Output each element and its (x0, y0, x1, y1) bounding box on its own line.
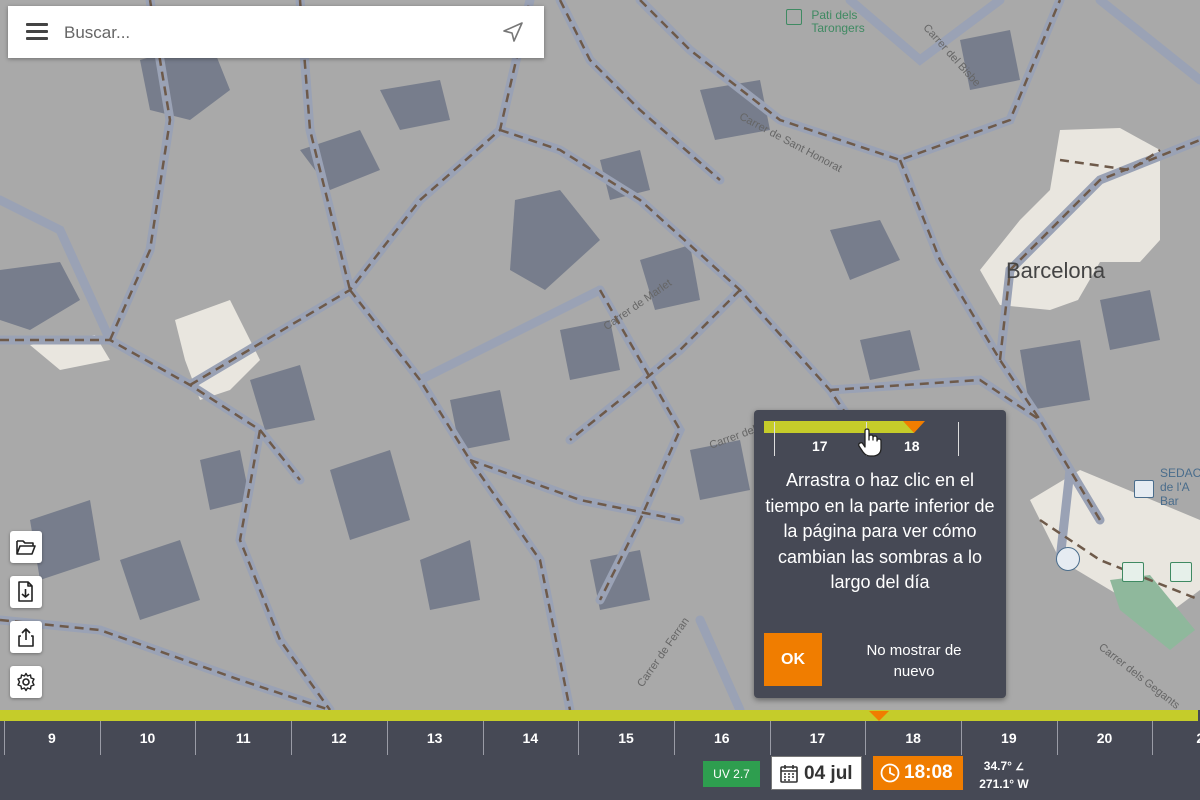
timeline-hour-label[interactable]: 16 (692, 730, 752, 746)
tooltip-hour-17: 17 (812, 438, 828, 454)
uv-index-badge: UV 2.7 (703, 761, 760, 787)
timeline-current-marker[interactable] (869, 711, 889, 721)
poi-sedac-partial[interactable]: SEDAC de l'A Bar (1160, 466, 1200, 508)
tooltip-message: Arrastra o haz clic en el tiempo en la p… (765, 470, 995, 592)
timeline-tick (578, 721, 580, 755)
share-button[interactable] (10, 621, 42, 653)
timeline-bar (0, 710, 1198, 721)
timeline-tick (673, 721, 675, 755)
park-icon (786, 9, 802, 25)
timeline-tick (386, 721, 388, 755)
library-icon[interactable] (1134, 480, 1154, 498)
date-value: 04 jul (804, 763, 853, 784)
timeline-hour-label[interactable]: 13 (405, 730, 465, 746)
left-toolbar (10, 531, 44, 711)
share-icon (18, 628, 34, 647)
menu-icon[interactable] (26, 23, 48, 41)
hand-cursor-icon (858, 428, 882, 457)
sedac-label-line-3: Bar (1160, 494, 1179, 508)
sun-altitude-row: 34.7° ∠ (972, 758, 1036, 776)
search-bar (8, 6, 544, 58)
tooltip-tick (958, 422, 959, 456)
timeline-tick (482, 721, 484, 755)
timeline-tick (1152, 721, 1154, 755)
sun-azimuth-value: 271.1° W (979, 777, 1029, 791)
time-value: 18:08 (904, 762, 953, 783)
city-label: Barcelona (1006, 258, 1106, 283)
time-picker-button[interactable]: 18:08 (873, 756, 963, 790)
timeline-hour-label[interactable]: 12 (309, 730, 369, 746)
timeline-hour-label[interactable]: 11 (213, 730, 273, 746)
bench-icon[interactable] (1170, 562, 1192, 582)
settings-button[interactable] (10, 666, 42, 698)
water-drop-icon[interactable] (1056, 547, 1080, 571)
timeline-tick (1056, 721, 1058, 755)
timeline-hour-label[interactable]: 19 (979, 730, 1039, 746)
timeline-tick (4, 721, 5, 755)
timeline-hour-label[interactable]: 10 (118, 730, 178, 746)
sedac-label-line-1: SEDAC (1160, 466, 1200, 480)
timeline-tick (769, 721, 771, 755)
timeline-tick (961, 721, 962, 755)
timeline-tick (99, 721, 101, 755)
tooltip-hour-18: 18 (904, 438, 920, 454)
sun-position-readout: 34.7° ∠ 271.1° W (972, 758, 1036, 793)
navigation-arrow-icon[interactable] (500, 20, 526, 46)
tooltip-tick (774, 422, 775, 456)
open-folder-button[interactable] (10, 531, 42, 563)
timeline-tick (195, 721, 197, 755)
timeline-hour-label[interactable]: 20 (1075, 730, 1135, 746)
poi-pati-dels-tarongers[interactable]: Pati dels Tarongers (786, 9, 865, 35)
timeline-tick (291, 721, 293, 755)
onboarding-tooltip: 17 18 Arrastra o haz clic en el tiempo e… (754, 410, 1006, 698)
sedac-label-line-2: de l'A (1160, 480, 1190, 494)
folder-open-icon (16, 540, 36, 555)
download-file-button[interactable] (10, 576, 42, 608)
ok-button[interactable]: OK (764, 633, 822, 686)
poi-label-line-2: Tarongers (811, 21, 865, 35)
sun-altitude-value: 34.7° (983, 759, 1012, 773)
file-download-icon (18, 581, 33, 602)
sun-angle-icon: ∠ (1015, 762, 1025, 773)
timeline-hour-label[interactable]: 18 (883, 730, 943, 746)
dont-show-again-link[interactable]: No mostrar de nuevo (849, 640, 979, 682)
timeline-hour-label[interactable]: 15 (596, 730, 656, 746)
tooltip-time-marker (903, 421, 925, 433)
timeline-hour-label[interactable]: 2 (1170, 730, 1200, 746)
calendar-icon (780, 765, 798, 783)
poi-label-line-1: Pati dels (811, 8, 858, 22)
clock-icon (880, 763, 900, 783)
tooltip-timeline-bar (764, 421, 914, 433)
gear-icon (17, 672, 35, 692)
poi-label: Pati dels Tarongers (811, 9, 864, 35)
timeline-hour-label[interactable]: 9 (22, 730, 82, 746)
timeline-hour-label[interactable]: 14 (500, 730, 560, 746)
bench-icon[interactable] (1122, 562, 1144, 582)
map-canvas[interactable] (0, 0, 1200, 710)
timeline-tick (865, 721, 867, 755)
date-picker-button[interactable]: 04 jul (771, 756, 862, 790)
timeline-hour-label[interactable]: 17 (787, 730, 847, 746)
search-input[interactable] (62, 16, 466, 50)
